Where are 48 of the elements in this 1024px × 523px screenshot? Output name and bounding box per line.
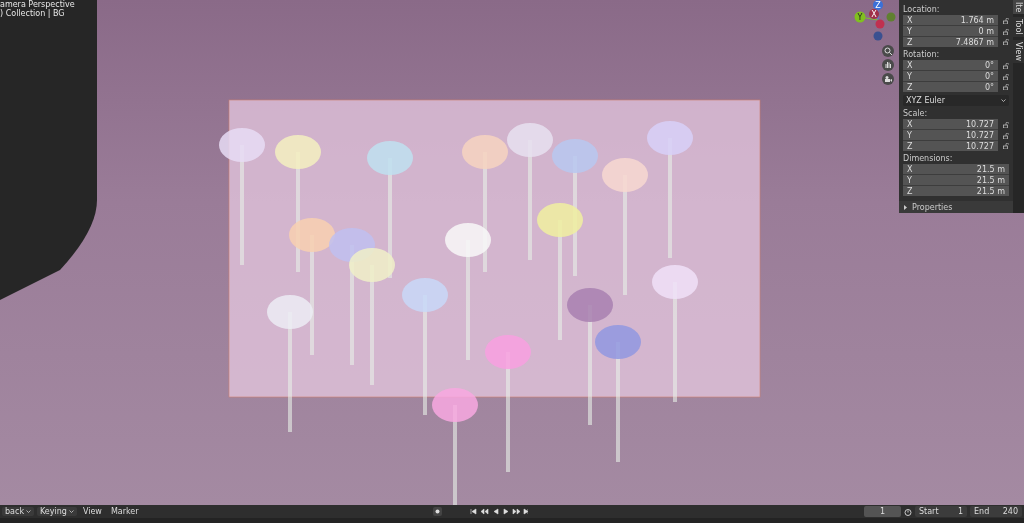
number-field[interactable]: Z 10.727 xyxy=(903,141,998,151)
timeline-menu[interactable]: Marker xyxy=(107,507,142,516)
lock-open-icon[interactable] xyxy=(1003,62,1009,69)
camera-icon[interactable] xyxy=(882,73,894,85)
stopwatch-icon[interactable] xyxy=(904,507,912,516)
lock-open-icon[interactable] xyxy=(1003,84,1009,90)
section-label: Location: xyxy=(903,5,941,14)
disclosure-triangle-icon xyxy=(903,204,908,210)
number-field[interactable]: Z 0° xyxy=(903,82,998,92)
number-field[interactable]: Y 0 m xyxy=(903,26,998,37)
viewport-info-text: ) Collection | BG xyxy=(0,9,65,18)
playback-controls-icon[interactable] xyxy=(468,507,528,516)
number-field[interactable]: Y 0° xyxy=(903,71,998,82)
number-field[interactable]: Y 10.727 xyxy=(903,130,998,141)
chevron-down-icon xyxy=(68,510,74,513)
number-field[interactable]: Z 7.4867 m xyxy=(903,37,998,47)
chevron-down-icon xyxy=(1001,99,1006,102)
rotation-mode-dropdown[interactable]: XYZ Euler xyxy=(903,95,1009,106)
lock-open-icon[interactable] xyxy=(1003,39,1009,45)
properties-subpanel-header[interactable]: Properties xyxy=(899,201,1013,213)
section-label: Scale: xyxy=(903,109,929,118)
number-field[interactable]: X 21.5 m xyxy=(903,164,1009,175)
number-field[interactable]: Y 21.5 m xyxy=(903,175,1009,186)
viewport-info-text: amera Perspective xyxy=(0,0,75,9)
record-icon[interactable] xyxy=(433,507,442,516)
lock-open-icon[interactable] xyxy=(1003,17,1009,24)
lock-open-icon[interactable] xyxy=(1003,121,1009,128)
start-frame-field[interactable]: Start 1 xyxy=(915,506,967,517)
lock-open-icon[interactable] xyxy=(1003,73,1009,80)
number-field[interactable]: X 1.764 m xyxy=(903,15,998,26)
chevron-down-icon xyxy=(26,510,31,513)
lock-open-icon[interactable] xyxy=(1003,143,1009,149)
section-label: Rotation: xyxy=(903,50,941,59)
zoom-icon[interactable] xyxy=(882,45,894,57)
lock-open-icon[interactable] xyxy=(1003,132,1009,139)
current-frame-field[interactable]: 1 xyxy=(864,506,901,517)
number-field[interactable]: X 10.727 xyxy=(903,119,998,130)
section-label: Dimensions: xyxy=(903,154,954,163)
sidebar-tab[interactable]: View xyxy=(1013,39,1024,63)
timeline-menu[interactable]: Keying xyxy=(37,507,77,516)
sidebar-tab[interactable]: Tool xyxy=(1013,17,1024,37)
end-frame-field[interactable]: End 240 xyxy=(970,506,1022,517)
timeline-menu[interactable]: back xyxy=(2,507,34,516)
sidebar-tab[interactable]: Ite xyxy=(1013,0,1024,15)
number-field[interactable]: X 0° xyxy=(903,60,998,71)
lock-open-icon[interactable] xyxy=(1003,28,1009,35)
timeline-menu[interactable]: View xyxy=(79,507,105,516)
number-field[interactable]: Z 21.5 m xyxy=(903,186,1009,196)
